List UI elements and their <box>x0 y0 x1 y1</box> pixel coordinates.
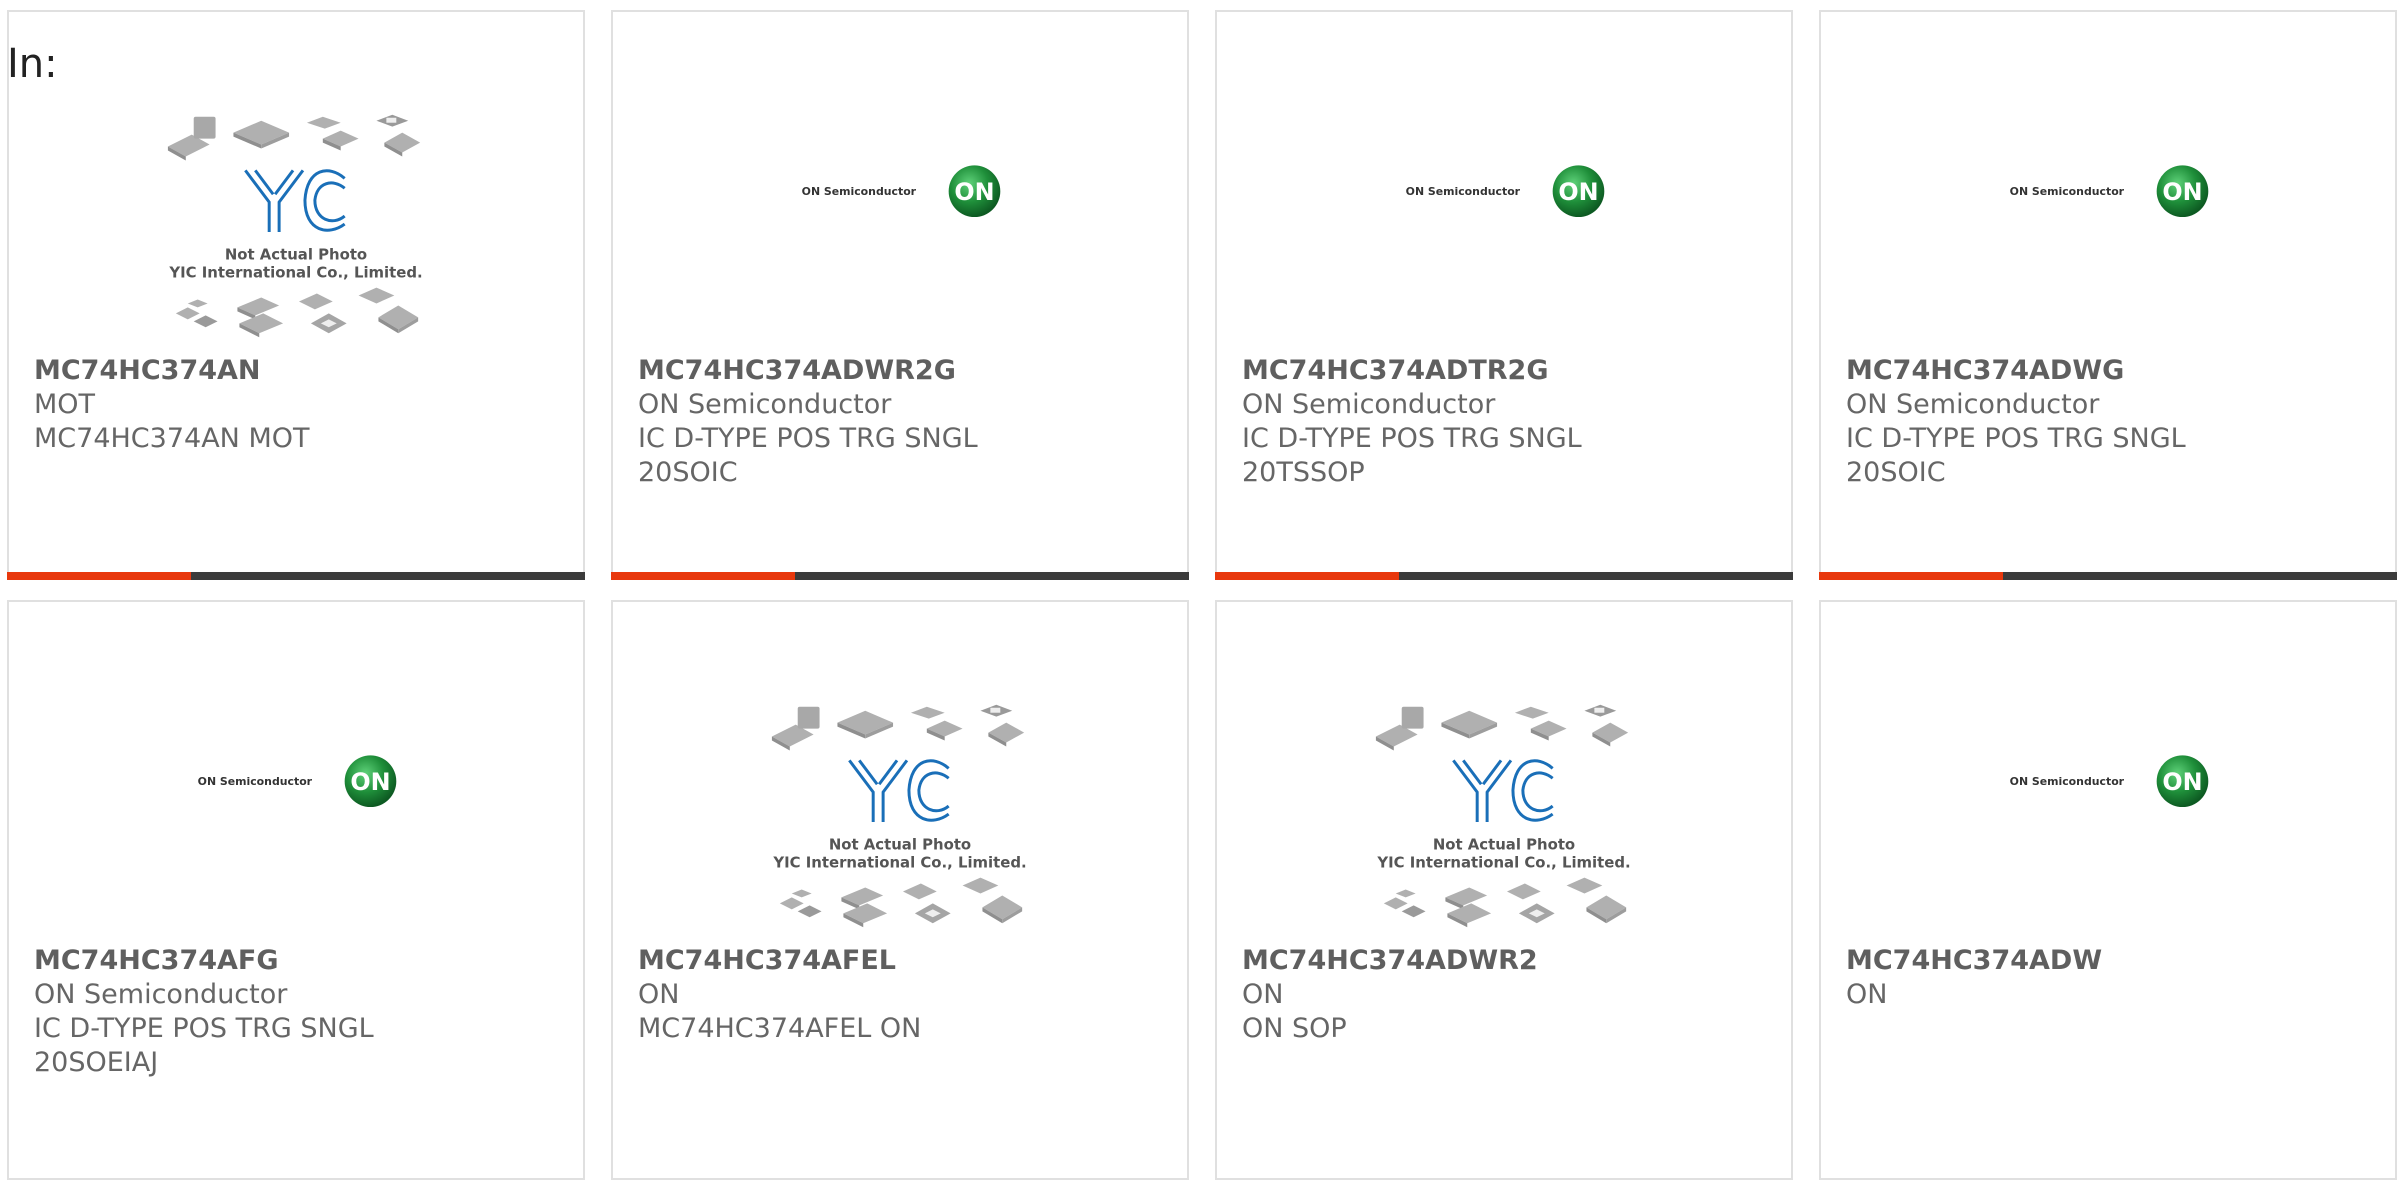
part-number-link[interactable]: MC74HC374AN <box>34 354 573 388</box>
card-accent-bar <box>1819 572 2003 580</box>
card-bottom-bar <box>7 572 585 580</box>
description-text: ON SOP <box>1242 1013 1347 1044</box>
svg-text:ON: ON <box>954 178 994 206</box>
svg-text:ON: ON <box>2162 178 2202 206</box>
svg-text:Not Actual Photo: Not Actual Photo <box>829 836 971 854</box>
part-number-link[interactable]: MC74HC374AFG <box>34 944 573 978</box>
description-text: IC D-TYPE POS TRG SNGL 20SOEIAJ <box>34 1013 374 1078</box>
card-bottom-bar <box>1215 572 1793 580</box>
svg-text:ON Semiconductor: ON Semiconductor <box>2010 185 2125 198</box>
on-semiconductor-logo: ON Semiconductor ON <box>9 682 583 948</box>
part-number-link[interactable]: MC74HC374ADTR2G <box>1242 354 1781 388</box>
manufacturer-label: MOT <box>34 389 96 420</box>
part-number-link[interactable]: MC74HC374ADWR2 <box>1242 944 1781 978</box>
svg-text:Not Actual Photo: Not Actual Photo <box>225 246 367 264</box>
yic-placeholder-icon: Not Actual Photo YIC International Co., … <box>9 92 583 358</box>
product-card[interactable]: Not Actual Photo YIC International Co., … <box>611 600 1189 1180</box>
part-number-link[interactable]: MC74HC374ADWR2G <box>638 354 1177 388</box>
svg-text:ON: ON <box>2162 768 2202 796</box>
yic-placeholder-icon: Not Actual Photo YIC International Co., … <box>1217 682 1791 948</box>
manufacturer-label: ON <box>1846 979 1888 1010</box>
description-text: MC74HC374AN MOT <box>34 423 310 454</box>
svg-text:ON: ON <box>1558 178 1598 206</box>
on-semiconductor-logo: ON Semiconductor ON <box>1217 92 1791 358</box>
card-accent-bar <box>611 572 795 580</box>
part-number-link[interactable]: MC74HC374ADWG <box>1846 354 2385 388</box>
on-semiconductor-logo: ON Semiconductor ON <box>613 92 1187 358</box>
product-card[interactable]: ON Semiconductor ON MC74HC374ADWG ON Sem… <box>1819 10 2397 580</box>
card-bottom-bar <box>611 572 1189 580</box>
manufacturer-label: ON <box>1242 979 1284 1010</box>
svg-text:YIC International Co., Limited: YIC International Co., Limited. <box>1376 854 1630 872</box>
svg-text:ON Semiconductor: ON Semiconductor <box>802 185 917 198</box>
description-text: IC D-TYPE POS TRG SNGL 20TSSOP <box>1242 423 1582 488</box>
svg-text:ON: ON <box>350 768 390 796</box>
yic-placeholder-icon: Not Actual Photo YIC International Co., … <box>613 682 1187 948</box>
card-accent-bar <box>7 572 191 580</box>
manufacturer-label: ON <box>638 979 680 1010</box>
product-card[interactable]: ON Semiconductor ON MC74HC374ADW ON <box>1819 600 2397 1180</box>
card-bottom-bar <box>1819 572 2397 580</box>
svg-text:Not Actual Photo: Not Actual Photo <box>1433 836 1575 854</box>
product-card[interactable]: ON Semiconductor ON MC74HC374AFG ON Semi… <box>7 600 585 1180</box>
svg-text:ON Semiconductor: ON Semiconductor <box>1406 185 1521 198</box>
manufacturer-label: ON Semiconductor <box>1242 389 1496 420</box>
part-number-link[interactable]: MC74HC374AFEL <box>638 944 1177 978</box>
manufacturer-label: ON Semiconductor <box>34 979 288 1010</box>
svg-text:ON Semiconductor: ON Semiconductor <box>198 775 313 788</box>
svg-text:ON Semiconductor: ON Semiconductor <box>2010 775 2125 788</box>
svg-text:YIC International Co., Limited: YIC International Co., Limited. <box>772 854 1026 872</box>
on-semiconductor-logo: ON Semiconductor ON <box>1821 682 2395 948</box>
description-text: IC D-TYPE POS TRG SNGL 20SOIC <box>638 423 978 488</box>
manufacturer-label: ON Semiconductor <box>1846 389 2100 420</box>
product-card[interactable]: ON Semiconductor ON MC74HC374ADWR2G ON S… <box>611 10 1189 580</box>
card-accent-bar <box>1215 572 1399 580</box>
on-semiconductor-logo: ON Semiconductor ON <box>1821 92 2395 358</box>
description-text: MC74HC374AFEL ON <box>638 1013 922 1044</box>
svg-text:YIC International Co., Limited: YIC International Co., Limited. <box>168 264 422 282</box>
product-card[interactable]: Not Actual Photo YIC International Co., … <box>1215 600 1793 1180</box>
description-text: IC D-TYPE POS TRG SNGL 20SOIC <box>1846 423 2186 488</box>
part-number-link[interactable]: MC74HC374ADW <box>1846 944 2385 978</box>
filter-in-label: In: <box>7 41 58 87</box>
product-card[interactable]: Not Actual Photo YIC International Co., … <box>7 10 585 580</box>
product-card[interactable]: ON Semiconductor ON MC74HC374ADTR2G ON S… <box>1215 10 1793 580</box>
manufacturer-label: ON Semiconductor <box>638 389 892 420</box>
